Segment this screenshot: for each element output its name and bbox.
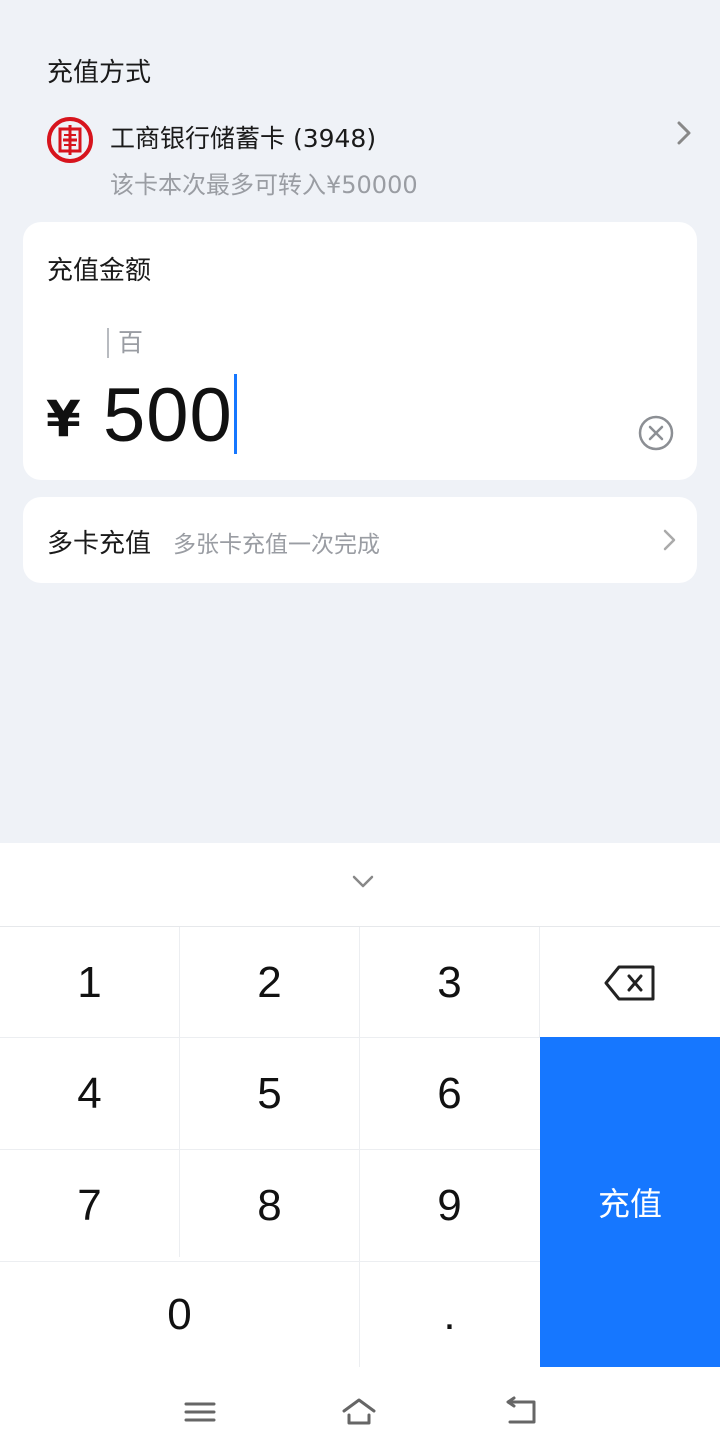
currency-symbol: ¥ — [46, 390, 81, 448]
amount-unit-hint: 百 — [107, 328, 143, 358]
multi-card-recharge[interactable]: 多卡充值 多张卡充值一次完成 — [23, 497, 697, 583]
menu-icon[interactable] — [182, 1396, 218, 1428]
key-2[interactable]: 2 — [180, 928, 359, 1037]
key-decimal[interactable]: . — [360, 1262, 539, 1367]
recharge-confirm-button[interactable]: 充值 — [540, 1037, 720, 1367]
home-icon[interactable] — [341, 1396, 377, 1428]
icbc-logo-icon — [47, 117, 93, 163]
recharge-page: 充值方式 工商银行储蓄卡 (3948) 该卡本次最多可转入¥50000 充值金额… — [0, 0, 720, 1452]
amount-card: 充值金额 百 ¥ 500 — [23, 222, 697, 480]
numeric-keyboard: 1 2 3 4 5 6 7 8 9 0 . 充值 — [0, 843, 720, 1452]
text-cursor — [234, 374, 237, 454]
back-icon[interactable] — [502, 1396, 538, 1428]
clear-icon[interactable] — [637, 414, 675, 452]
bank-card-limit: 该卡本次最多可转入¥50000 — [110, 171, 418, 199]
keyboard-collapse-icon[interactable] — [340, 869, 386, 895]
key-5[interactable]: 5 — [180, 1038, 359, 1149]
bank-card-selector[interactable]: 工商银行储蓄卡 (3948) 该卡本次最多可转入¥50000 — [0, 108, 720, 204]
backspace-key[interactable] — [540, 928, 720, 1037]
key-6[interactable]: 6 — [360, 1038, 539, 1149]
system-nav-bar — [0, 1372, 720, 1452]
amount-title: 充值金额 — [47, 256, 152, 286]
key-7[interactable]: 7 — [0, 1150, 179, 1261]
keyboard-divider — [0, 926, 720, 927]
key-3[interactable]: 3 — [360, 928, 539, 1037]
multi-card-title: 多卡充值 — [47, 529, 152, 559]
key-9[interactable]: 9 — [360, 1150, 539, 1261]
multi-card-subtitle: 多张卡充值一次完成 — [173, 532, 380, 558]
key-0[interactable]: 0 — [0, 1262, 359, 1367]
key-8[interactable]: 8 — [180, 1150, 359, 1261]
recharge-method-title: 充值方式 — [47, 58, 152, 88]
chevron-right-icon — [663, 529, 676, 551]
key-1[interactable]: 1 — [0, 928, 179, 1037]
chevron-right-icon — [677, 121, 691, 145]
bank-card-name: 工商银行储蓄卡 (3948) — [110, 124, 377, 153]
backspace-icon — [604, 965, 655, 1000]
amount-input[interactable]: 500 — [103, 372, 233, 459]
key-4[interactable]: 4 — [0, 1038, 179, 1149]
